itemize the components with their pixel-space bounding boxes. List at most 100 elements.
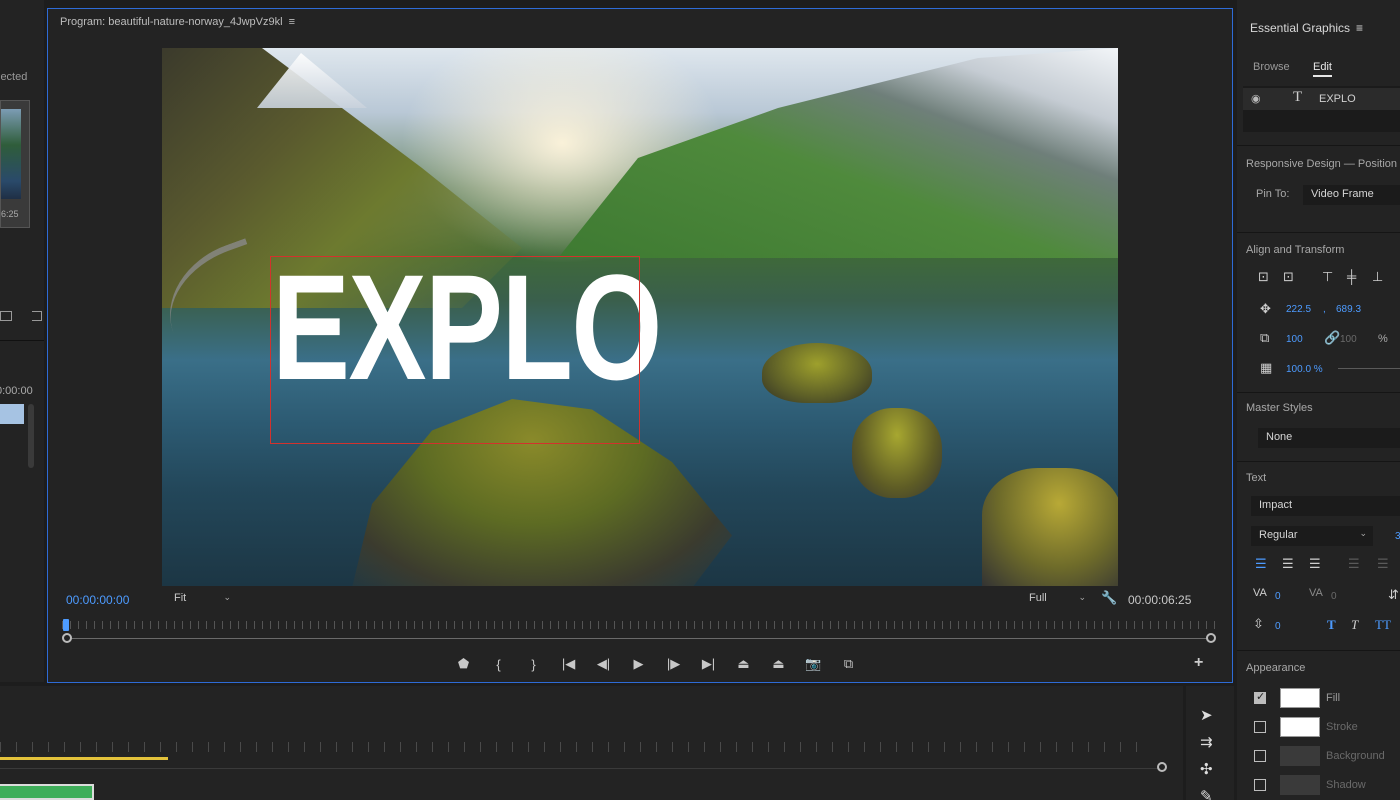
tsume-icon: ⇵ bbox=[1388, 587, 1399, 602]
align-bottom-icon[interactable]: ⊥ bbox=[1372, 269, 1383, 285]
eye-icon[interactable]: ◉ bbox=[1251, 92, 1261, 105]
clip-thumbnail[interactable]: 6:25 bbox=[0, 100, 30, 228]
program-title-label: Program: beautiful-nature-norway_4JwpVz9… bbox=[60, 16, 283, 28]
justify-left-icon[interactable]: ☰ bbox=[1348, 556, 1360, 572]
timeline-ruler-ticks bbox=[0, 742, 1150, 752]
link-icon[interactable]: 🔗 bbox=[1324, 330, 1340, 346]
align-vertical-center-icon[interactable]: ⊡ bbox=[1258, 269, 1269, 285]
stroke-checkbox[interactable] bbox=[1254, 721, 1266, 733]
timeline-baseline bbox=[0, 768, 1160, 769]
work-area-bar[interactable] bbox=[0, 757, 168, 760]
pin-to-select[interactable]: Video Frame bbox=[1303, 185, 1400, 205]
align-middle-icon[interactable]: ╪ bbox=[1347, 269, 1356, 284]
step-back-button[interactable]: ◀| bbox=[586, 654, 621, 674]
mark-in-button[interactable]: { bbox=[481, 654, 516, 674]
opacity-slider[interactable] bbox=[1338, 368, 1400, 369]
comparison-view-button[interactable]: ⧉ bbox=[831, 654, 866, 674]
video-preview[interactable]: EXPLO bbox=[162, 48, 1118, 586]
extract-button[interactable]: ⏏ bbox=[761, 654, 796, 674]
position-y-value[interactable]: 689.3 bbox=[1336, 304, 1361, 315]
align-top-icon[interactable]: ⊤ bbox=[1322, 269, 1333, 285]
timeline-clip[interactable] bbox=[0, 784, 94, 800]
position-x-value[interactable]: 222.5 bbox=[1286, 304, 1311, 315]
source-clip-bar[interactable] bbox=[0, 404, 24, 424]
font-select[interactable]: Impact bbox=[1251, 496, 1400, 516]
shadow-checkbox[interactable] bbox=[1254, 779, 1266, 791]
video-mountain-right bbox=[558, 48, 1118, 258]
tab-edit[interactable]: Edit bbox=[1313, 61, 1332, 77]
kerning-value[interactable]: 0 bbox=[1275, 591, 1281, 602]
playhead[interactable] bbox=[63, 619, 69, 631]
zoom-handle-right[interactable] bbox=[1206, 633, 1216, 643]
time-ruler[interactable] bbox=[62, 617, 1216, 643]
fill-checkbox[interactable] bbox=[1254, 690, 1266, 704]
button-editor-add-icon[interactable]: + bbox=[1194, 654, 1203, 672]
shadow-color-swatch[interactable] bbox=[1280, 775, 1320, 795]
pin-to-label: Pin To: bbox=[1256, 188, 1290, 200]
current-timecode[interactable]: 00:00:00:00 bbox=[66, 593, 129, 607]
lift-button[interactable]: ⏏ bbox=[726, 654, 761, 674]
timeline-zoom-handle[interactable] bbox=[1157, 762, 1167, 772]
scrollbar[interactable] bbox=[28, 404, 34, 468]
fill-color-swatch[interactable] bbox=[1280, 688, 1320, 708]
all-caps-icon[interactable]: TT bbox=[1375, 617, 1391, 633]
tracking-value[interactable]: 0 bbox=[1331, 591, 1337, 602]
playback-resolution-select[interactable]: Full ⌄ bbox=[1023, 590, 1091, 608]
font-size-value[interactable]: 3 bbox=[1395, 531, 1400, 542]
master-styles-title: Master Styles bbox=[1246, 402, 1313, 414]
selection-tool-icon[interactable]: ➤ bbox=[1200, 706, 1213, 724]
layer-name: EXPLO bbox=[1319, 93, 1356, 105]
export-frame-button[interactable]: 📷 bbox=[796, 654, 831, 674]
track-select-tool-icon[interactable]: ⇉ bbox=[1200, 733, 1213, 751]
add-marker-button[interactable]: ⬟ bbox=[446, 654, 481, 674]
chevron-down-icon: ⌄ bbox=[223, 592, 231, 602]
text-bounding-box[interactable] bbox=[270, 256, 640, 444]
chevron-down-icon: ⌄ bbox=[1359, 528, 1367, 538]
layer-row[interactable]: ◉ T EXPLO bbox=[1243, 88, 1400, 110]
go-to-out-button[interactable]: ▶| bbox=[691, 654, 726, 674]
stroke-color-swatch[interactable] bbox=[1280, 717, 1320, 737]
background-checkbox[interactable] bbox=[1254, 750, 1266, 762]
panel-menu-icon[interactable]: ≡ bbox=[1356, 21, 1363, 35]
justify-center-icon[interactable]: ☰ bbox=[1377, 556, 1389, 572]
font-style-value: Regular bbox=[1259, 529, 1298, 541]
go-to-in-button[interactable]: |◀ bbox=[551, 654, 586, 674]
align-horizontal-center-icon[interactable]: ⊡ bbox=[1283, 269, 1294, 285]
essential-graphics-header[interactable]: Essential Graphics ≡ bbox=[1250, 21, 1363, 35]
icon-view-icon[interactable] bbox=[32, 311, 42, 321]
wrench-icon[interactable]: 🔧 bbox=[1101, 590, 1117, 606]
mark-out-button[interactable]: } bbox=[516, 654, 551, 674]
opacity-value[interactable]: 100.0 % bbox=[1286, 364, 1323, 375]
transport-controls: ⬟{} |◀ ◀| ▶ |▶ ▶| ⏏ ⏏ 📷 ⧉ bbox=[446, 654, 866, 674]
zoom-level-select[interactable]: Fit ⌄ bbox=[168, 590, 236, 608]
zoom-handle-left[interactable] bbox=[62, 633, 72, 643]
faux-bold-icon[interactable]: T bbox=[1327, 617, 1336, 633]
thumbnail-image bbox=[1, 109, 21, 199]
ripple-edit-tool-icon[interactable]: ✣ bbox=[1200, 760, 1213, 778]
panel-divider bbox=[0, 340, 44, 341]
scale-value[interactable]: 100 bbox=[1286, 334, 1303, 345]
step-forward-button[interactable]: |▶ bbox=[656, 654, 691, 674]
timeline-panel bbox=[0, 686, 1183, 800]
leading-value[interactable]: 0 bbox=[1275, 621, 1281, 632]
panel-menu-icon[interactable]: ≡ bbox=[289, 16, 295, 28]
font-style-select[interactable]: Regular ⌄ bbox=[1251, 526, 1373, 546]
text-section-title: Text bbox=[1246, 472, 1267, 484]
play-button[interactable]: ▶ bbox=[621, 654, 656, 674]
selection-status: lected bbox=[0, 71, 28, 83]
program-monitor-title[interactable]: Program: beautiful-nature-norway_4JwpVz9… bbox=[60, 16, 295, 28]
razor-tool-icon[interactable]: ✎ bbox=[1200, 787, 1213, 800]
layer-list: ◉ T EXPLO bbox=[1243, 86, 1400, 132]
align-center-icon[interactable]: ☰ bbox=[1282, 556, 1294, 572]
resolution-value: Full bbox=[1029, 592, 1047, 604]
tools-panel: ➤ ⇉ ✣ ✎ bbox=[1186, 686, 1234, 800]
background-color-swatch[interactable] bbox=[1280, 746, 1320, 766]
align-left-icon[interactable]: ☰ bbox=[1255, 556, 1267, 572]
list-view-icon[interactable] bbox=[0, 311, 12, 321]
scale-linked-value: 100 bbox=[1340, 334, 1357, 345]
master-styles-value: None bbox=[1266, 431, 1293, 443]
tab-browse[interactable]: Browse bbox=[1253, 61, 1290, 73]
faux-italic-icon[interactable]: T bbox=[1351, 617, 1358, 633]
master-styles-select[interactable]: None bbox=[1258, 428, 1400, 448]
align-right-icon[interactable]: ☰ bbox=[1309, 556, 1321, 572]
